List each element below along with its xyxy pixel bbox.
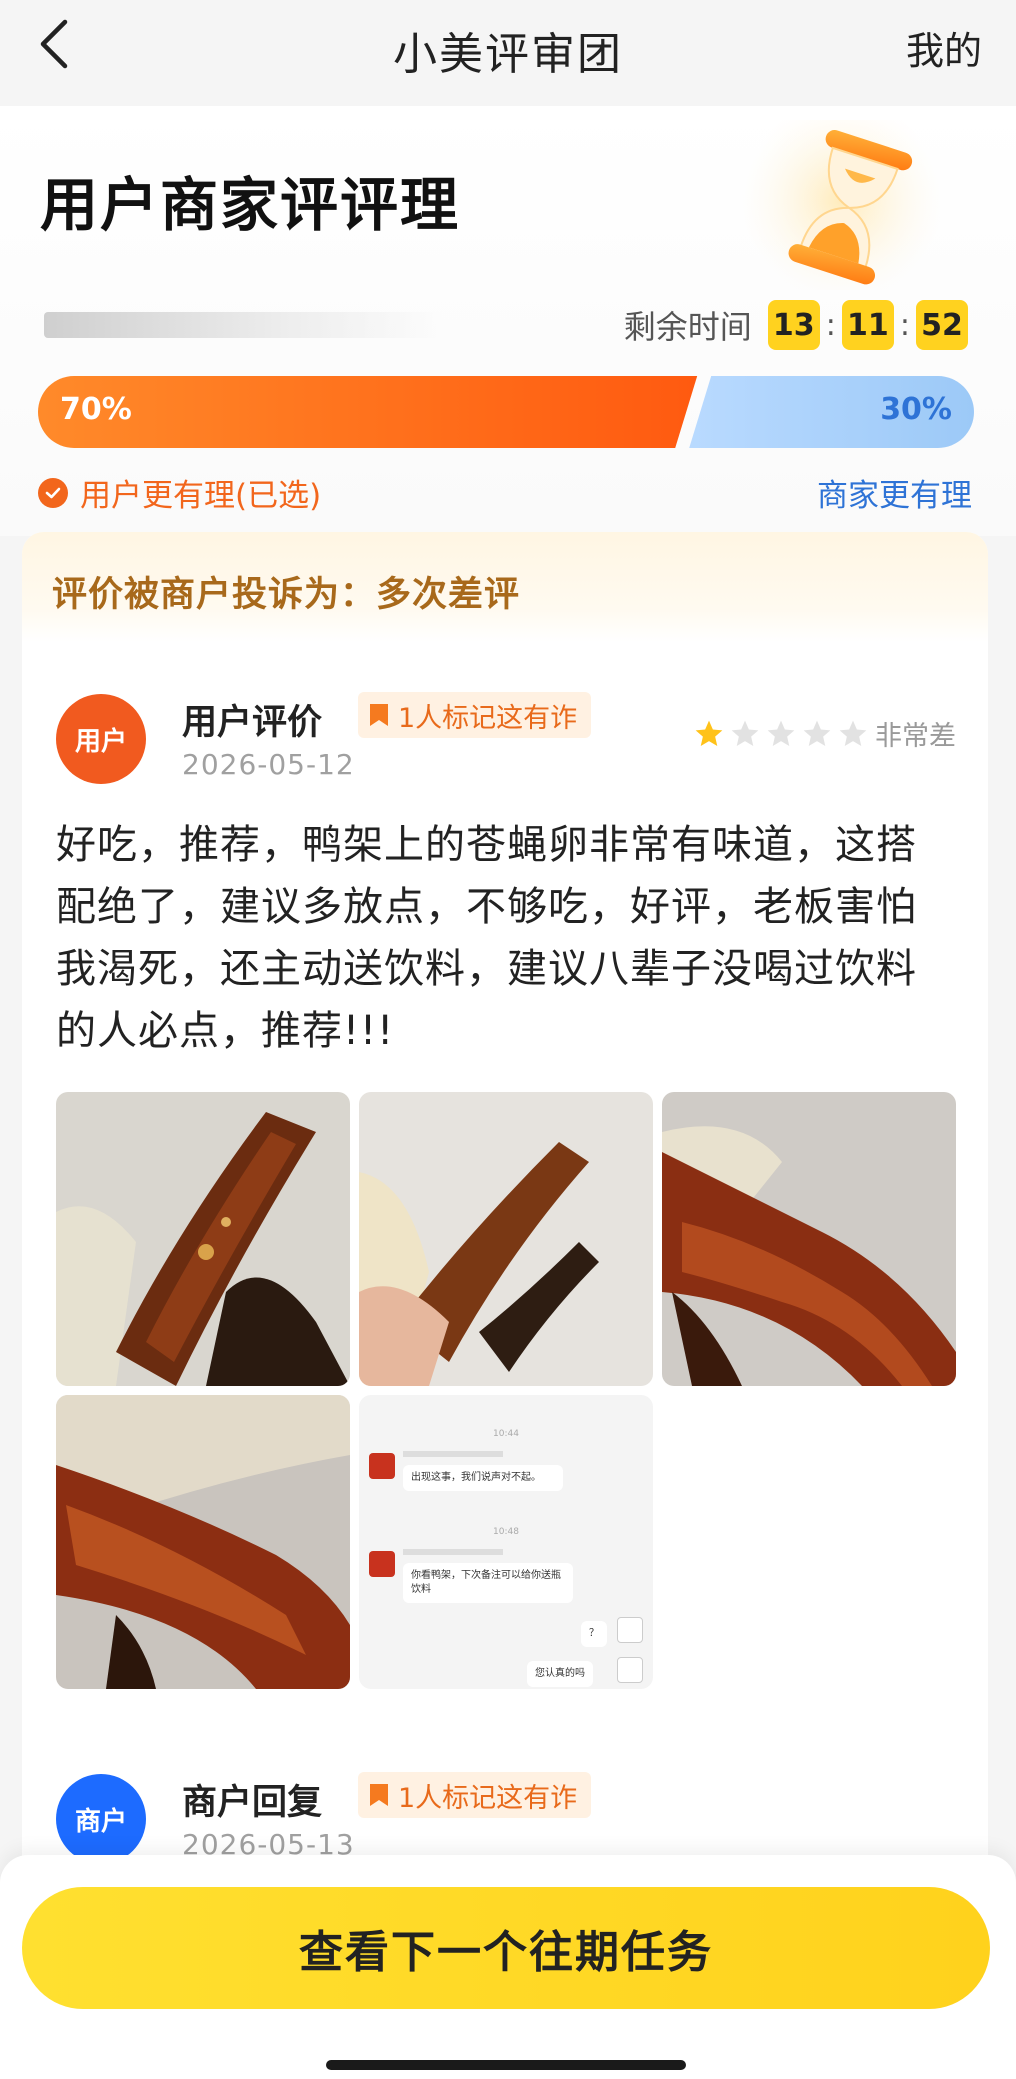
next-task-button[interactable]: 查看下一个往期任务 [22, 1887, 990, 2009]
chat-bubble: 你看鸭架，下次备注可以给你送瓶饮料 [403, 1563, 573, 1603]
chat-bubble: ？ [581, 1621, 607, 1647]
countdown-seconds: 52 [916, 300, 968, 350]
panda-avatar [617, 1657, 643, 1683]
review-card: 评价被商户投诉为：多次差评 用户 用户评价 1人标记这有诈 2026-05-12… [22, 532, 988, 1932]
review-photos: 10:44 出现这事，我们说声对不起。 10:48 你看鸭架，下次备注可以给你送… [56, 1092, 956, 1692]
fraud-tag[interactable]: 1人标记这有诈 [358, 1772, 592, 1818]
user-vote-fill [38, 376, 698, 448]
check-icon [38, 477, 68, 508]
chat-time: 10:44 [493, 1429, 519, 1439]
countdown-label: 剩余时间 [623, 308, 752, 346]
user-review-title: 用户评价 [182, 703, 323, 743]
vote-bar-graphic [38, 376, 974, 448]
countdown-minutes: 11 [841, 300, 894, 350]
vote-bar: 70% 30% [38, 376, 974, 448]
review-photo[interactable] [359, 1092, 653, 1386]
chat-bubble: 出现这事，我们说声对不起。 [403, 1465, 563, 1491]
star-icon-empty [731, 720, 759, 746]
merchant-reply-title: 商户回复 [182, 1783, 323, 1823]
countdown-separator: : [825, 307, 836, 343]
user-info-placeholder [44, 312, 444, 338]
page-title: 用户商家评评理 [40, 171, 461, 239]
user-side-choice[interactable]: 用户更有理(已选) [38, 470, 321, 515]
my-link[interactable]: 我的 [906, 20, 982, 75]
nav-bar: 小美评审团 我的 [0, 0, 1016, 106]
review-photo[interactable] [56, 1395, 350, 1689]
chat-bubble: 您认真的吗 [527, 1661, 593, 1687]
hourglass-icon [720, 100, 970, 300]
bookmark-icon [368, 702, 390, 728]
countdown: 剩余时间 13 : 11 : 52 [624, 300, 968, 350]
chat-avatar [369, 1551, 395, 1577]
chat-screenshot-photo[interactable]: 10:44 出现这事，我们说声对不起。 10:48 你看鸭架，下次备注可以给你送… [359, 1395, 653, 1689]
bookmark-icon [368, 1782, 390, 1808]
chat-time: 10:48 [493, 1527, 519, 1537]
star-icon-empty [767, 720, 795, 746]
user-avatar: 用户 [56, 694, 146, 784]
merchant-vote-percent: 30% [880, 392, 952, 427]
star-icon-empty [803, 720, 831, 746]
merchant-avatar: 商户 [56, 1774, 146, 1864]
fraud-tag[interactable]: 1人标记这有诈 [358, 692, 592, 738]
review-date: 2026-05-12 [182, 748, 355, 781]
home-indicator [326, 2060, 686, 2070]
review-photo[interactable] [662, 1092, 956, 1386]
bottom-bar: 查看下一个往期任务 [0, 1855, 1016, 2079]
merchant-side-choice[interactable]: 商家更有理 [817, 470, 972, 515]
nav-title: 小美评审团 [393, 29, 623, 80]
star-rating: 非常差 [689, 714, 956, 753]
fraud-tag-label: 1人标记这有诈 [398, 1782, 578, 1814]
user-vote-percent: 70% [60, 392, 132, 427]
countdown-separator: : [899, 307, 910, 343]
star-icon-empty [839, 720, 867, 746]
user-side-label: 用户更有理(已选) [80, 478, 322, 514]
complaint-banner: 评价被商户投诉为：多次差评 [22, 532, 988, 642]
review-photo[interactable] [56, 1092, 350, 1386]
user-review-header: 用户 用户评价 1人标记这有诈 2026-05-12 非常差 [56, 692, 956, 784]
fraud-tag-label: 1人标记这有诈 [398, 702, 578, 734]
chat-avatar [369, 1453, 395, 1479]
rating-text: 非常差 [875, 721, 956, 752]
panda-avatar [617, 1617, 643, 1643]
countdown-hours: 13 [767, 300, 820, 350]
merchant-reply-header: 商户 商户回复 1人标记这有诈 2026-05-13 [56, 1772, 956, 1864]
star-icon-filled [695, 720, 723, 746]
review-text: 好吃，推荐，鸭架上的苍蝇卵非常有味道，这搭配绝了，建议多放点，不够吃，好评，老板… [56, 822, 917, 1054]
